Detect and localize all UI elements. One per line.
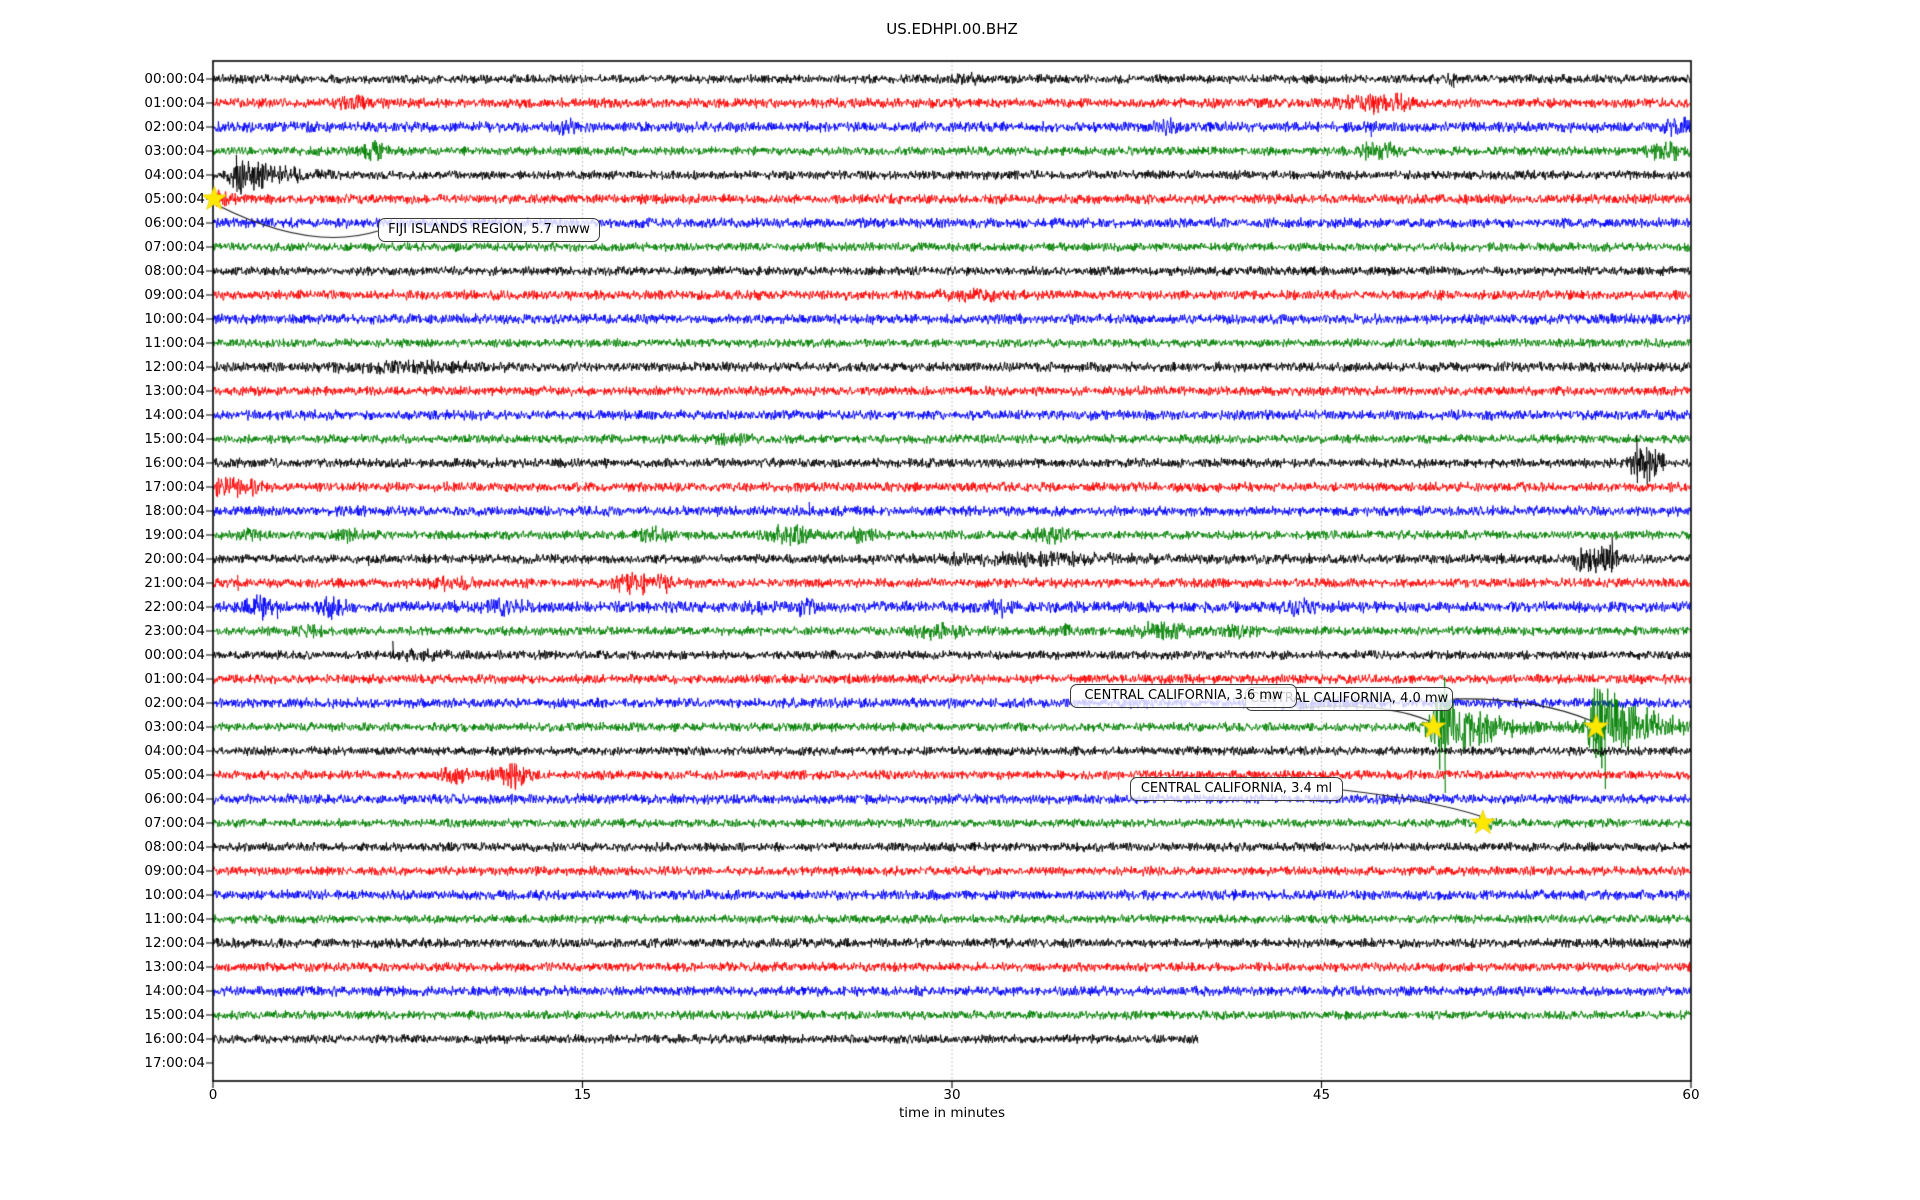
y-axis-label: 03:00:04 [144,143,205,159]
y-axis-label: 19:00:04 [144,527,205,543]
y-axis-label: 14:00:04 [144,983,205,999]
y-axis-label: 09:00:04 [144,863,205,879]
y-axis-label: 01:00:04 [144,95,205,111]
helicorder-figure: US.EDHPI.00.BHZ 00:00:04 01:00:04 02:00:04… [0,0,1920,1200]
event-label-central-california-3-6: CENTRAL CALIFORNIA, 3.6 mw [1070,684,1297,708]
y-axis-label: 06:00:04 [144,791,205,807]
y-axis-label: 05:00:04 [144,767,205,783]
y-axis-label: 12:00:04 [144,359,205,375]
y-axis-label: 00:00:04 [144,647,205,663]
y-axis-label: 07:00:04 [144,239,205,255]
y-axis-label: 10:00:04 [144,887,205,903]
y-axis-label: 13:00:04 [144,959,205,975]
y-axis-label: 02:00:04 [144,695,205,711]
y-axis-label: 17:00:04 [144,1055,205,1071]
y-axis-label: 17:00:04 [144,479,205,495]
y-axis-label: 00:00:04 [144,71,205,87]
event-label-fiji-islands: FIJI ISLANDS REGION, 5.7 mww [378,218,600,242]
y-axis-label: 12:00:04 [144,935,205,951]
y-axis-label: 16:00:04 [144,1031,205,1047]
y-axis-label: 04:00:04 [144,167,205,183]
y-axis-label: 06:00:04 [144,215,205,231]
x-axis-label: time in minutes [898,1105,1006,1121]
seismogram-trace-canvas [0,0,1920,1200]
y-axis-label: 15:00:04 [144,1007,205,1023]
plot-title: US.EDHPI.00.BHZ [886,20,1018,38]
x-tick-label: 0 [208,1087,218,1103]
y-axis-label: 14:00:04 [144,407,205,423]
y-axis-label: 11:00:04 [144,335,205,351]
y-axis-label: 15:00:04 [144,431,205,447]
y-axis-label: 18:00:04 [144,503,205,519]
y-axis-label: 04:00:04 [144,743,205,759]
y-axis-label: 08:00:04 [144,263,205,279]
y-axis-label: 11:00:04 [144,911,205,927]
y-axis-label: 13:00:04 [144,383,205,399]
x-tick-label: 60 [1682,1087,1700,1103]
y-axis-label: 07:00:04 [144,815,205,831]
y-axis-label: 22:00:04 [144,599,205,615]
event-label-central-california-3-4: CENTRAL CALIFORNIA, 3.4 ml [1130,777,1343,801]
x-tick-label: 15 [573,1087,592,1103]
y-axis-label: 09:00:04 [144,287,205,303]
x-tick-label: 30 [943,1087,961,1103]
x-tick-label: 45 [1312,1087,1331,1103]
y-axis-label: 23:00:04 [144,623,205,639]
y-axis-label: 16:00:04 [144,455,205,471]
y-axis-label: 03:00:04 [144,719,205,735]
y-axis-label: 01:00:04 [144,671,205,687]
y-axis-label: 20:00:04 [144,551,205,567]
y-axis-label: 02:00:04 [144,119,205,135]
y-axis-label: 05:00:04 [144,191,205,207]
y-axis-label: 08:00:04 [144,839,205,855]
y-axis-label: 21:00:04 [144,575,205,591]
y-axis-label: 10:00:04 [144,311,205,327]
